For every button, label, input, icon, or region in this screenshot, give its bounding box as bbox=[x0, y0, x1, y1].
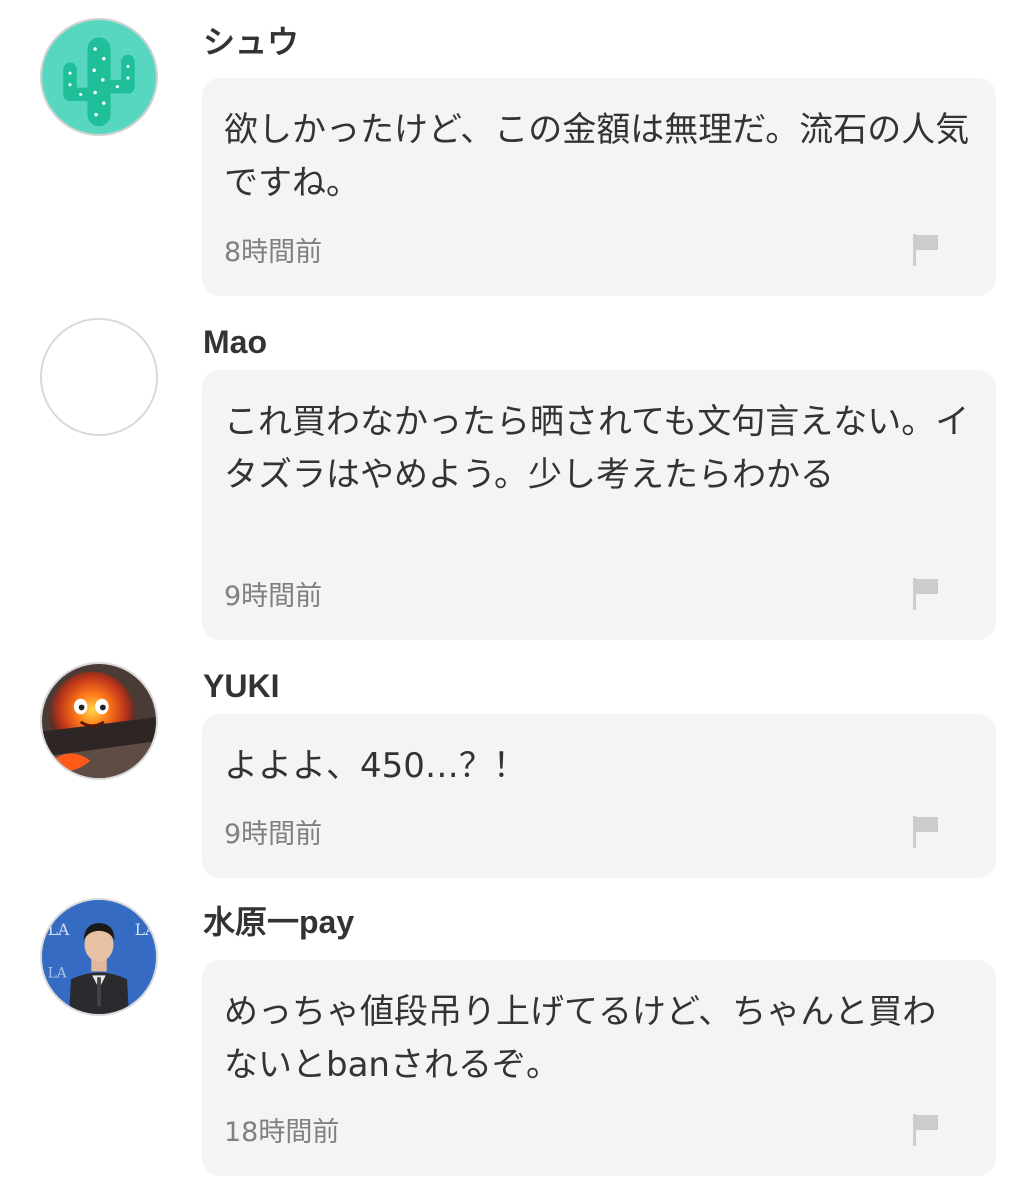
comment-text: これ買わなかったら晒されても文句言えない。イタズラはやめよう。少し考えたらわかる bbox=[224, 402, 970, 495]
svg-text:LA: LA bbox=[48, 921, 70, 939]
comment-timestamp: 18時間前 bbox=[224, 1117, 340, 1148]
comment-timestamp: 9時間前 bbox=[224, 819, 323, 850]
user-avatar[interactable] bbox=[40, 18, 158, 136]
svg-text:LA: LA bbox=[135, 921, 156, 939]
username[interactable]: Mao bbox=[203, 322, 267, 362]
comment-bubble: これ買わなかったら晒されても文句言えない。イタズラはやめよう。少し考えたらわかる… bbox=[202, 370, 996, 640]
flag-icon[interactable] bbox=[912, 1112, 940, 1146]
comment-timestamp: 9時間前 bbox=[224, 581, 323, 612]
comment-text: めっちゃ値段吊り上げてるけど、ちゃんと買わないとbanされるぞ。 bbox=[224, 992, 937, 1085]
user-avatar[interactable] bbox=[40, 662, 158, 780]
flag-icon[interactable] bbox=[912, 232, 940, 266]
comment-bubble: 欲しかったけど、この金額は無理だ。流石の人気ですね。 8時間前 bbox=[202, 78, 996, 296]
comment-bubble: めっちゃ値段吊り上げてるけど、ちゃんと買わないとbanされるぞ。 18時間前 bbox=[202, 960, 996, 1176]
svg-text:LA: LA bbox=[48, 965, 67, 981]
comment-text: 欲しかったけど、この金額は無理だ。流石の人気ですね。 bbox=[224, 110, 970, 203]
cactus-avatar-icon bbox=[42, 20, 156, 134]
username[interactable]: YUKI bbox=[203, 666, 279, 706]
flag-icon[interactable] bbox=[912, 814, 940, 848]
user-avatar[interactable]: LA LA LA bbox=[40, 898, 158, 1016]
person-photo-avatar-icon: LA LA LA bbox=[42, 900, 156, 1014]
username[interactable]: 水原一pay bbox=[203, 902, 354, 942]
blank-avatar-icon bbox=[42, 320, 156, 434]
comment-bubble: よよよ、450…？！ 9時間前 bbox=[202, 714, 996, 878]
comment-timestamp: 8時間前 bbox=[224, 237, 323, 268]
fire-demon-avatar-icon bbox=[42, 664, 156, 778]
user-avatar[interactable] bbox=[40, 318, 158, 436]
username[interactable]: シュウ bbox=[203, 22, 299, 62]
comment-text: よよよ、450…？！ bbox=[224, 746, 527, 786]
flag-icon[interactable] bbox=[912, 576, 940, 610]
